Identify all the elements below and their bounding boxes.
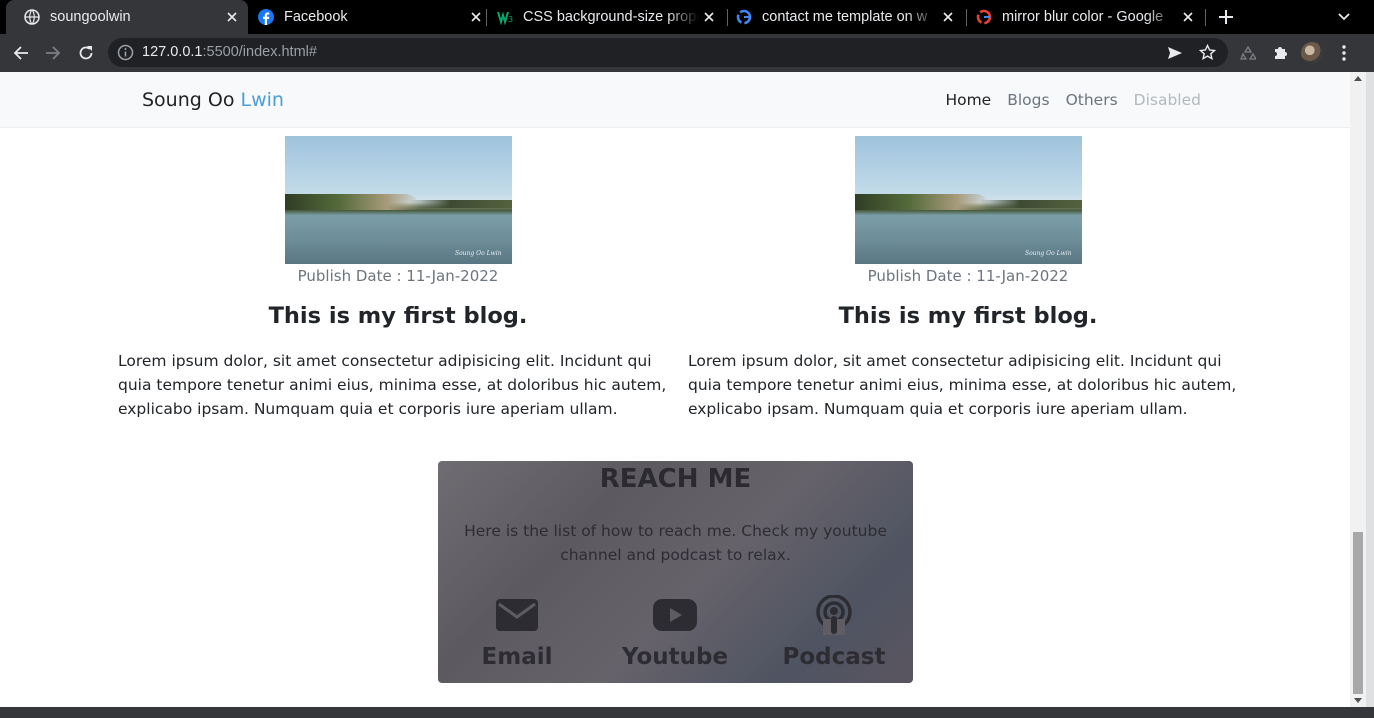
tab-title: mirror blur color - Google [1002,9,1164,25]
nav-disabled: Disabled [1133,91,1201,109]
blog-publish-date: Publish Date : 11-Jan-2022 [867,267,1069,285]
extensions-button[interactable] [1268,41,1292,65]
address-bar[interactable]: 127.0.0.1:5500/index.html# [108,38,1228,67]
new-tab-button[interactable] [1214,5,1238,29]
envelope-icon [496,599,538,631]
profile-avatar[interactable] [1301,42,1323,64]
image-signature: Soung Oo Lwin [1024,250,1072,257]
url-text[interactable]: 127.0.0.1:5500/index.html# [142,44,317,60]
window-edge [1366,72,1374,707]
contact-email[interactable]: Email [452,596,582,670]
tab-title: contact me template on w [762,9,928,25]
plus-icon [1219,10,1233,24]
scroll-down-arrow[interactable] [1354,698,1362,703]
podcast-icon [816,595,852,635]
google-icon [976,9,992,25]
reach-me-title: REACH ME [599,464,752,494]
blog-body: Lorem ipsum dolor, sit amet consectetur … [688,352,1237,418]
url-host: 127.0.0.1 [142,44,203,60]
blog-image: Soung Oo Lwin [854,136,1082,264]
contact-podcast[interactable]: Podcast [769,595,899,670]
tab-contact-me-template[interactable]: contact me template on w [718,0,964,34]
arrow-left-icon [13,46,28,60]
tab-css-background-size[interactable]: 3 CSS background-size property [479,0,725,34]
reach-me-section: REACH ME Here is the list of how to reac… [438,461,913,683]
contact-label: Youtube [621,644,729,670]
blog-title: This is my first blog. [268,303,528,329]
blog-card: Soung Oo Lwin Publish Date : 11-Jan-2022… [688,136,1248,421]
star-icon[interactable] [1199,44,1216,61]
nav-others[interactable]: Others [1066,91,1118,109]
close-icon[interactable] [222,7,242,27]
svg-text:3: 3 [508,15,513,24]
url-path: :5500/index.html# [202,44,317,60]
blog-image: Soung Oo Lwin [284,136,512,264]
reload-icon [79,46,93,60]
tab-soungoolwin[interactable]: soungoolwin [6,0,248,34]
tab-facebook[interactable]: Facebook [240,0,492,34]
nav-home[interactable]: Home [945,91,991,109]
menu-button[interactable] [1332,41,1356,65]
tab-title: Facebook [284,9,348,25]
scrollbar-thumb[interactable] [1353,532,1363,694]
recycle-icon [1240,45,1256,60]
contact-label: Podcast [782,644,886,670]
close-icon[interactable] [1178,7,1198,27]
scroll-up-arrow[interactable] [1354,76,1362,81]
blog-title: This is my first blog. [838,303,1098,329]
brand-highlight: Lwin [240,89,284,111]
youtube-icon [653,599,697,631]
chevron-down-icon [1338,13,1350,21]
blog-card: Soung Oo Lwin Publish Date : 11-Jan-2022… [118,136,678,421]
facebook-icon [258,9,274,25]
tab-separator [1205,9,1206,26]
nav-blogs[interactable]: Blogs [1007,91,1049,109]
globe-icon [24,9,40,25]
kebab-menu-icon [1342,45,1346,61]
forward-button[interactable] [41,41,65,65]
send-icon[interactable] [1167,45,1183,61]
brand-name: Soung Oo [142,89,235,111]
puzzle-icon [1275,47,1287,59]
page-viewport: Soung Oo Lwin Home Blogs Others Disabled… [0,72,1374,707]
w3schools-icon: 3 [497,9,513,25]
reload-button[interactable] [74,41,98,65]
site-nav: Home Blogs Others Disabled [929,91,1201,109]
back-button[interactable] [9,41,33,65]
browser-toolbar: 127.0.0.1:5500/index.html# [0,34,1374,72]
image-signature: Soung Oo Lwin [454,250,502,257]
contact-label: Email [481,644,553,670]
tab-search-button[interactable] [1332,6,1356,28]
contact-youtube[interactable]: Youtube [610,596,740,670]
recycle-extension-button[interactable] [1236,41,1260,65]
page-scrollbar[interactable] [1350,72,1366,707]
site-navbar: Soung Oo Lwin Home Blogs Others Disabled [0,72,1350,128]
tab-title: CSS background-size property [523,9,699,25]
tab-mirror-blur-color[interactable]: mirror blur color - Google [958,0,1204,34]
blog-body: Lorem ipsum dolor, sit amet consectetur … [118,352,667,418]
arrow-right-icon [46,46,61,60]
close-icon[interactable] [699,7,719,27]
tab-title: soungoolwin [50,9,131,25]
site-brand[interactable]: Soung Oo Lwin [142,89,284,111]
google-icon [736,9,752,25]
info-icon[interactable] [117,44,134,61]
close-icon[interactable] [938,7,958,27]
tab-strip: soungoolwin Facebook 3 CSS background-si… [0,0,1374,34]
taskbar-strip [0,707,1374,718]
reach-me-description: Here is the list of how to reach me. Che… [464,522,887,564]
blog-publish-date: Publish Date : 11-Jan-2022 [297,267,499,285]
